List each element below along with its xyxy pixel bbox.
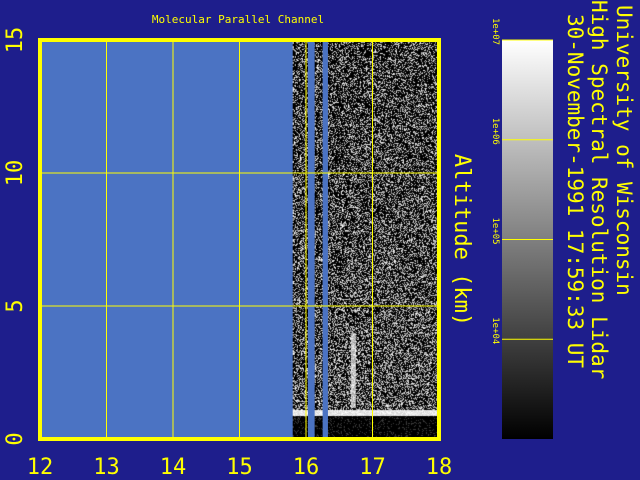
x-tick-label: 17: [359, 455, 386, 480]
x-axis-ticks: 12 13 14 15 16 17 18: [27, 455, 453, 480]
x-tick-label: 14: [160, 455, 187, 480]
x-tick-label: 12: [27, 455, 54, 480]
data-gap: [307, 40, 315, 439]
backscatter-data: [292, 40, 439, 439]
x-tick-label: 18: [426, 455, 453, 480]
plot-area: [38, 38, 441, 441]
lidar-figure: Molecular Parallel Channel 12 13 14 15 16 17 1…: [3, 0, 636, 480]
chart-title: Molecular Parallel Channel: [152, 13, 324, 26]
x-tick-label: 16: [293, 455, 320, 480]
data-gap: [322, 40, 328, 439]
colorbar-tick-label: 1e+04: [490, 317, 500, 344]
colorbar: 1e+07 1e+06 1e+05 1e+04: [490, 18, 553, 439]
y-tick-label: 5: [3, 299, 28, 312]
institution-label: University of Wisconsin: [612, 5, 636, 296]
x-tick-label: 15: [226, 455, 253, 480]
y-axis-label: Altitude (km): [449, 154, 474, 326]
y-tick-label: 15: [3, 27, 28, 54]
x-tick-label: 13: [93, 455, 120, 480]
colorbar-tick-label: 1e+05: [490, 218, 500, 245]
y-axis-ticks: 0 5 10 15: [3, 27, 28, 446]
y-tick-label: 10: [3, 160, 28, 187]
timestamp-label: 30-November-1991 17:59:33 UT: [563, 14, 587, 368]
y-tick-label: 0: [3, 432, 28, 445]
instrument-label: High Spectral Resolution Lidar: [587, 0, 611, 379]
colorbar-tick-label: 1e+06: [490, 118, 500, 145]
colorbar-tick-label: 1e+07: [490, 18, 500, 45]
